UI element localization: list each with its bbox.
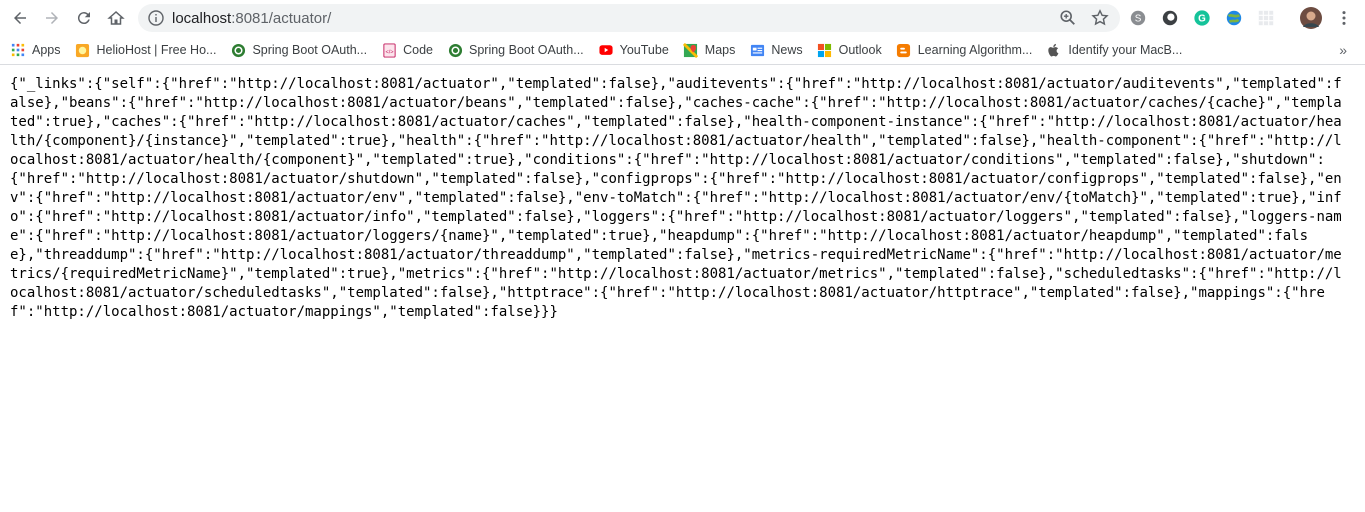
browser-toolbar: localhost:8081/actuator/ S G [0,0,1365,36]
omnibox-actions [1058,8,1110,28]
bookmark-code[interactable]: </> Code [381,42,433,58]
bookmark-maps[interactable]: Maps [683,42,736,58]
bookmark-apps[interactable]: Apps [10,42,61,58]
svg-text:G: G [1198,14,1206,25]
blogger-icon [896,42,912,58]
bookmark-label: YouTube [619,43,669,57]
spring-icon [230,42,246,58]
spring-icon [447,42,463,58]
bookmark-label: Code [403,43,433,57]
bookmark-star-icon[interactable] [1090,8,1110,28]
url-host: localhost [172,9,232,27]
bookmark-label: Spring Boot OAuth... [252,43,368,57]
bookmark-outlook[interactable]: Outlook [817,42,882,58]
bookmark-label: Spring Boot OAuth... [469,43,584,57]
page-content: {"_links":{"self":{"href":"http://localh… [0,65,1365,322]
code-icon: </> [381,42,397,58]
youtube-icon [598,42,614,58]
grammarly-extension-icon[interactable]: G [1192,8,1212,28]
arrow-right-icon [46,12,58,24]
json-response-text: {"_links":{"self":{"href":"http://localh… [10,76,1342,320]
bookmark-heliohost[interactable]: HelioHost | Free Ho... [75,42,217,58]
bookmark-label: Outlook [838,43,882,57]
bookmark-spring-oauth-2[interactable]: Spring Boot OAuth... [447,42,584,58]
back-button[interactable] [4,2,36,34]
heliohost-icon [75,42,91,58]
circle-extension-icon[interactable] [1160,8,1180,28]
reload-icon [77,12,90,25]
url-path: :8081/actuator/ [231,9,332,27]
svg-text:</>: </> [385,49,393,55]
apps-grid-icon [10,42,26,58]
profile-avatar[interactable] [1300,7,1322,29]
bookmark-youtube[interactable]: YouTube [598,42,669,58]
arrow-left-icon [14,12,26,24]
bookmark-learning-algorithm[interactable]: Learning Algorithm... [896,42,1033,58]
url-text: localhost:8081/actuator/ [172,10,331,27]
apple-icon [1046,42,1062,58]
forward-button[interactable] [36,2,68,34]
bookmark-label: Learning Algorithm... [917,43,1033,57]
bookmark-spring-oauth-1[interactable]: Spring Boot OAuth... [230,42,367,58]
svg-text:S: S [1135,14,1142,25]
bookmark-label: Apps [32,43,61,57]
outlook-icon [817,42,833,58]
skype-extension-icon[interactable]: S [1128,8,1148,28]
reload-button[interactable] [68,2,100,34]
info-icon [148,10,164,26]
bookmark-identify-macbook[interactable]: Identify your MacB... [1046,42,1182,58]
maps-icon [683,42,699,58]
bookmarks-bar: Apps HelioHost | Free Ho... Spring Boot … [0,36,1365,65]
zoom-icon[interactable] [1058,8,1078,28]
home-icon [107,10,125,25]
bookmark-label: HelioHost | Free Ho... [96,43,217,57]
menu-kebab-icon[interactable] [1334,8,1354,28]
news-icon [749,42,765,58]
bookmark-label: News [771,43,803,57]
bookmark-news[interactable]: News [749,42,803,58]
bookmarks-overflow-icon[interactable]: » [1339,42,1347,58]
globe-extension-icon[interactable] [1224,8,1244,28]
bookmark-label: Identify your MacB... [1068,43,1183,57]
address-bar[interactable]: localhost:8081/actuator/ [138,4,1120,32]
bookmark-label: Maps [704,43,736,57]
grid-extension-icon[interactable] [1256,8,1276,28]
home-button[interactable] [100,2,132,34]
